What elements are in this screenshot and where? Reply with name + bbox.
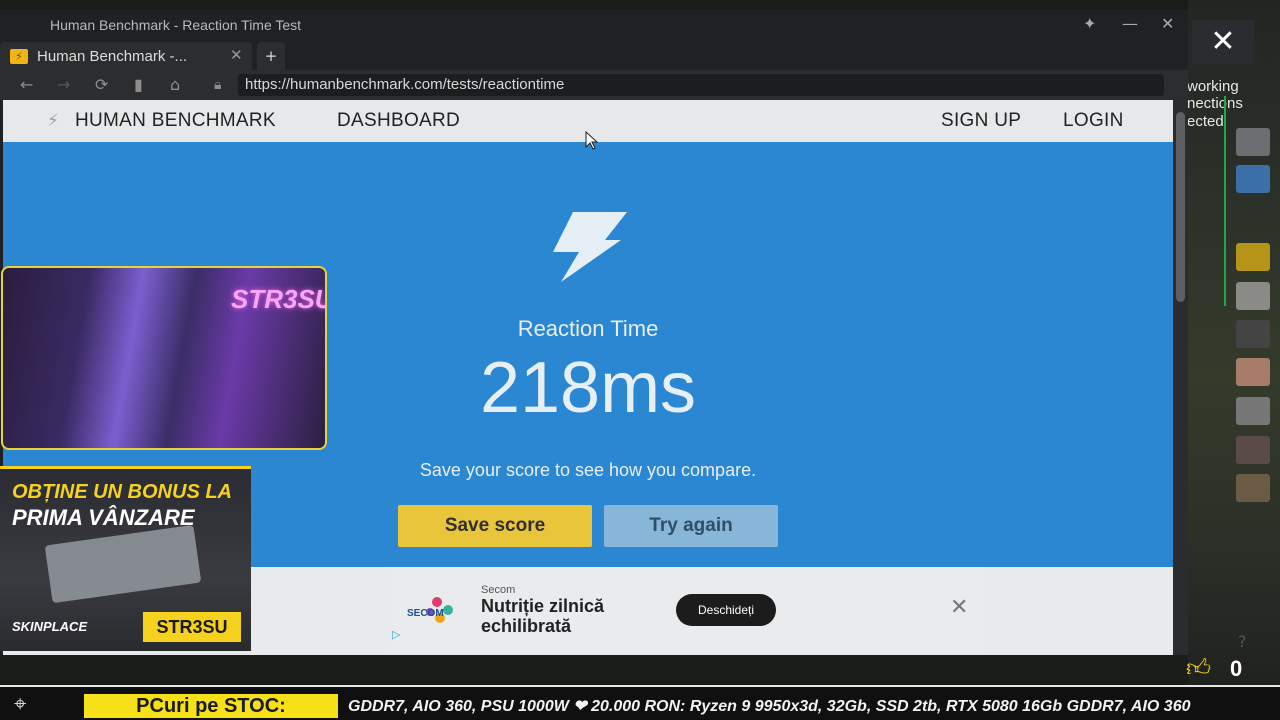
home-icon[interactable]: ⌂ bbox=[170, 75, 180, 94]
promo-image bbox=[44, 524, 202, 604]
mouse-cursor-icon bbox=[585, 131, 599, 150]
ticker-text: GDDR7, AIO 360, PSU 1000W ❤ 20.000 RON: … bbox=[348, 698, 1191, 715]
viewer-avatar bbox=[1236, 358, 1270, 386]
address-bar[interactable]: https://humanbenchmark.com/tests/reactio… bbox=[238, 74, 1164, 96]
tab-human-benchmark[interactable]: ⚡ Human Benchmark -... ✕ bbox=[0, 42, 252, 70]
try-again-button[interactable]: Try again bbox=[604, 505, 778, 547]
signup-link[interactable]: SIGN UP bbox=[941, 110, 1021, 132]
overlay-close-icon[interactable]: ✕ bbox=[1192, 20, 1254, 64]
back-icon[interactable]: ← bbox=[20, 75, 33, 94]
window-title: Human Benchmark - Reaction Time Test bbox=[50, 17, 302, 33]
close-icon[interactable]: ✕ bbox=[1161, 14, 1174, 33]
viewer-avatar bbox=[1236, 474, 1270, 502]
secom-logo-icon: SECOM bbox=[407, 597, 453, 623]
promo-line-1: OBȚINE UN BONUS LA bbox=[12, 481, 232, 503]
ad-brand: Secom bbox=[481, 584, 516, 596]
promo-line-2: PRIMA VÂNZARE bbox=[12, 505, 195, 530]
navigation-bar: ← → ⟳ ▮ ⌂ 🔒︎ https://humanbenchmark.com/… bbox=[0, 70, 1188, 100]
bookmark-icon[interactable]: ▮ bbox=[134, 75, 143, 94]
crosshair-icon: ⌖ bbox=[14, 692, 27, 717]
neon-sign: STR3SU bbox=[231, 284, 327, 314]
ad-open-button[interactable]: Deschideți bbox=[676, 594, 776, 626]
ad-choices-icon[interactable]: ▷ bbox=[392, 628, 400, 641]
promo-brand: SKINPLACE bbox=[12, 619, 88, 634]
viewer-avatar bbox=[1236, 436, 1270, 464]
ticker-label: PCuri pe STOC: bbox=[84, 694, 338, 718]
logo-lightning-icon[interactable]: ⚡︎ bbox=[47, 111, 59, 131]
lock-icon: 🔒︎ bbox=[214, 77, 222, 93]
thumbs-up-icon: 👍︎ bbox=[1186, 654, 1212, 682]
scrollbar-thumb[interactable] bbox=[1176, 112, 1185, 302]
viewer-avatar bbox=[1236, 243, 1270, 271]
ad-title[interactable]: Nutriție zilnică echilibrată bbox=[481, 596, 671, 636]
dashboard-link[interactable]: DASHBOARD bbox=[337, 110, 460, 132]
lightning-icon bbox=[553, 212, 627, 282]
login-link[interactable]: LOGIN bbox=[1063, 110, 1124, 132]
webcam-overlay: STR3SU bbox=[1, 266, 327, 450]
secom-logo-text: SECOM bbox=[407, 608, 444, 619]
reload-icon[interactable]: ⟳ bbox=[95, 75, 108, 94]
status-divider bbox=[1224, 96, 1226, 306]
tab-close-icon[interactable]: ✕ bbox=[230, 46, 243, 64]
advertisement-banner[interactable]: SECOM Secom Nutriție zilnică echilibrată… bbox=[387, 567, 985, 655]
minimize-icon[interactable]: — bbox=[1122, 14, 1138, 33]
url-text: https://humanbenchmark.com/tests/reactio… bbox=[245, 76, 565, 93]
like-count: 0 bbox=[1230, 656, 1243, 681]
news-ticker: ⌖ PCuri pe STOC: GDDR7, AIO 360, PSU 100… bbox=[0, 685, 1280, 720]
screen: ✕ working nections ected ? Human Benchma… bbox=[0, 0, 1280, 720]
viewer-avatar bbox=[1236, 397, 1270, 425]
ad-close-icon[interactable]: ✕ bbox=[950, 595, 968, 620]
status-line-2: nections bbox=[1187, 95, 1243, 112]
status-line-1: working bbox=[1187, 78, 1239, 95]
promo-code: STR3SU bbox=[143, 612, 241, 642]
promo-banner: OBȚINE UN BONUS LA PRIMA VÂNZARE SKINPLA… bbox=[0, 466, 251, 651]
viewer-avatar bbox=[1236, 320, 1270, 348]
viewer-avatar bbox=[1236, 165, 1270, 193]
viewer-avatar bbox=[1236, 128, 1270, 156]
save-score-button[interactable]: Save score bbox=[398, 505, 592, 547]
new-tab-button[interactable]: + bbox=[257, 42, 285, 70]
title-bar: Human Benchmark - Reaction Time Test ✦ —… bbox=[0, 10, 1188, 40]
lightning-favicon-icon: ⚡ bbox=[10, 49, 28, 64]
tab-title: Human Benchmark -... bbox=[37, 48, 188, 65]
tab-bar: ⚡ Human Benchmark -... ✕ + bbox=[0, 40, 1188, 70]
help-icon[interactable]: ? bbox=[1238, 632, 1247, 651]
brand-link[interactable]: HUMAN BENCHMARK bbox=[75, 110, 276, 132]
status-line-3: ected bbox=[1187, 113, 1224, 130]
forward-icon[interactable]: → bbox=[57, 75, 70, 94]
viewer-avatar bbox=[1236, 282, 1270, 310]
pin-icon[interactable]: ✦ bbox=[1083, 14, 1096, 33]
